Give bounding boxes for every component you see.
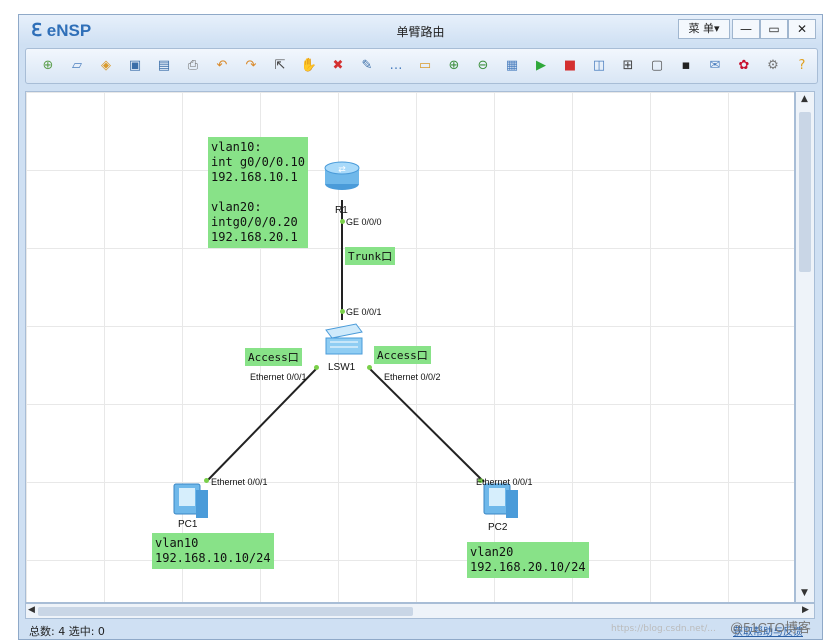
horizontal-scrollbar[interactable]: ◀ ▶ [25, 603, 815, 619]
huawei-icon[interactable]: ✿ [734, 56, 754, 76]
watermark-url: https://blog.csdn.net/... [611, 624, 716, 634]
vertical-scroll-thumb[interactable] [799, 112, 811, 272]
switch-label: LSW1 [328, 362, 356, 373]
ensp-window: ℇ eNSP 单臂路由 菜 单▾ — ▭ ✕ ⊕ ▱ ◈ ▣ ▤ ⎙ ↶ ↷ ⇱ ✋ ✖ ✎ … ▭ ⊕ ⊖ ▦… [18, 14, 823, 640]
undo-icon[interactable]: ↶ [212, 56, 232, 76]
scroll-down-icon[interactable]: ▼ [801, 588, 808, 598]
close-button[interactable]: ✕ [788, 19, 816, 39]
topology-canvas[interactable]: ⇄ vlan10: int g0/0/0.10 192.168.10.1 vla… [25, 91, 795, 603]
maximize-button[interactable]: ▭ [760, 19, 788, 39]
terminal-icon[interactable]: ▪ [676, 56, 696, 76]
pc2-port-label: Ethernet 0/0/1 [476, 477, 533, 487]
save-as-icon[interactable]: ▤ [154, 56, 174, 76]
pc2-icon[interactable] [483, 483, 518, 518]
open-icon[interactable]: ◈ [96, 56, 116, 76]
text-icon[interactable]: … [386, 56, 406, 76]
status-bar: 总数: 4 选中: 0 https://blog.csdn.net/... 获取… [19, 621, 822, 639]
trunk-tag[interactable]: Trunk口 [345, 247, 396, 265]
scroll-up-icon[interactable]: ▲ [801, 94, 808, 104]
switch-port-right-label: Ethernet 0/0/2 [384, 372, 441, 382]
vertical-scrollbar[interactable]: ▲ ▼ [795, 91, 815, 603]
settings-icon[interactable]: ⚙ [763, 56, 783, 76]
note-router-config[interactable]: vlan10: int g0/0/0.10 192.168.10.1 vlan2… [208, 137, 308, 248]
port-dot [204, 478, 209, 483]
note-pc2[interactable]: vlan20 192.168.20.10/24 [467, 542, 589, 578]
topology-icon[interactable]: ⊞ [618, 56, 638, 76]
new-topology-icon[interactable]: ⊕ [38, 56, 58, 76]
port-dot [367, 365, 372, 370]
pc1-label: PC1 [178, 519, 198, 530]
scroll-right-icon[interactable]: ▶ [802, 605, 809, 615]
zoom-out-icon[interactable]: ⊖ [473, 56, 493, 76]
select-icon[interactable]: ⇱ [270, 56, 290, 76]
switch-port-left-label: Ethernet 0/0/1 [250, 372, 307, 382]
port-dot [340, 309, 345, 314]
new-template-icon[interactable]: ▱ [67, 56, 87, 76]
pc1-port-label: Ethernet 0/0/1 [211, 477, 268, 487]
status-summary: 总数: 4 选中: 0 [29, 625, 105, 638]
fit-icon[interactable]: ▦ [502, 56, 522, 76]
brand-watermark: @51CTO博客 [730, 620, 811, 635]
port-dot [340, 219, 345, 224]
svg-text:⇄: ⇄ [338, 165, 346, 175]
capture-icon[interactable]: ◫ [589, 56, 609, 76]
pc2-label: PC2 [488, 522, 508, 533]
zoom-in-icon[interactable]: ⊕ [444, 56, 464, 76]
delete-link-icon[interactable]: ✎ [357, 56, 377, 76]
palette-icon[interactable]: ▭ [415, 56, 435, 76]
r1-port-label: GE 0/0/0 [346, 217, 382, 227]
horizontal-scroll-thumb[interactable] [38, 607, 413, 616]
switch-icon[interactable] [325, 323, 363, 355]
pan-icon[interactable]: ✋ [299, 56, 319, 76]
delete-icon[interactable]: ✖ [328, 56, 348, 76]
port-dot [314, 365, 319, 370]
save-icon[interactable]: ▣ [125, 56, 145, 76]
access-tag-right[interactable]: Access口 [374, 346, 431, 364]
link-lsw1-pc2[interactable] [367, 366, 485, 483]
chat-icon[interactable]: ✉ [705, 56, 725, 76]
link-lsw1-pc1[interactable] [205, 366, 319, 483]
print-icon[interactable]: ⎙ [183, 56, 203, 76]
switch-port-top-label: GE 0/0/1 [346, 307, 382, 317]
pc1-icon[interactable] [173, 483, 208, 518]
stop-icon[interactable]: ■ [560, 56, 580, 76]
title-bar: ℇ eNSP 单臂路由 菜 单▾ — ▭ ✕ [19, 15, 822, 45]
router-icon[interactable]: ⇄ [324, 161, 360, 190]
note-pc1[interactable]: vlan10 192.168.10.10/24 [152, 533, 274, 569]
start-icon[interactable]: ▶ [531, 56, 551, 76]
scroll-left-icon[interactable]: ◀ [28, 605, 35, 615]
panel-icon[interactable]: ▢ [647, 56, 667, 76]
menu-button[interactable]: 菜 单▾ [678, 19, 730, 39]
help-icon[interactable]: ? [792, 56, 812, 76]
toolbar: ⊕ ▱ ◈ ▣ ▤ ⎙ ↶ ↷ ⇱ ✋ ✖ ✎ … ▭ ⊕ ⊖ ▦ ▶ ■ ◫ ⊞ ▢ ▪ ✉ ✿ ⚙? [25, 48, 818, 84]
redo-icon[interactable]: ↷ [241, 56, 261, 76]
router-label: R1 [335, 205, 348, 216]
access-tag-left[interactable]: Access口 [245, 348, 302, 366]
minimize-button[interactable]: — [732, 19, 760, 39]
